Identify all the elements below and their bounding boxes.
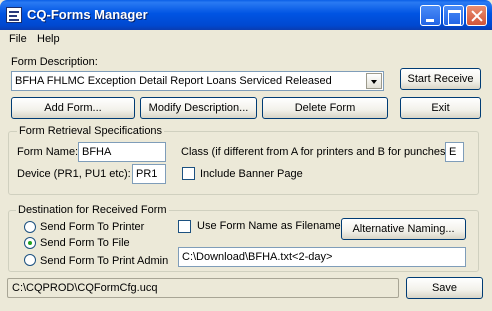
use-form-name-checkbox[interactable]: [178, 220, 191, 233]
menu-file[interactable]: File: [9, 33, 27, 45]
config-path-text: C:\CQPROD\CQFormCfg.ucq: [12, 282, 158, 294]
retrieval-group-title: Form Retrieval Specifications: [17, 125, 165, 137]
radio-send-to-printer[interactable]: [24, 221, 36, 233]
form-description-dropdown[interactable]: BFHA FHLMC Exception Detail Report Loans…: [11, 71, 384, 91]
exit-button[interactable]: Exit: [400, 97, 481, 119]
form-description-value: BFHA FHLMC Exception Detail Report Loans…: [15, 75, 332, 87]
use-form-name-label: Use Form Name as Filename: [197, 220, 341, 232]
chevron-down-icon[interactable]: [366, 73, 382, 89]
close-icon[interactable]: [466, 5, 487, 26]
config-path-display: C:\CQPROD\CQFormCfg.ucq: [7, 278, 399, 298]
minimize-icon[interactable]: [420, 5, 441, 26]
title-bar[interactable]: CQ-Forms Manager: [0, 0, 492, 30]
destination-group-title: Destination for Received Form: [16, 204, 169, 216]
delete-form-button[interactable]: Delete Form: [262, 97, 388, 119]
modify-description-button[interactable]: Modify Description...: [140, 97, 257, 119]
form-description-label: Form Description:: [11, 56, 98, 68]
retrieval-group: Form Retrieval Specifications: [8, 125, 479, 195]
radio-send-to-file[interactable]: [24, 237, 36, 249]
radio-send-to-print-admin[interactable]: [24, 254, 36, 266]
add-form-button[interactable]: Add Form...: [11, 97, 135, 119]
form-name-field[interactable]: BFHA: [78, 142, 166, 162]
send-to-file-label: Send Form To File: [40, 237, 130, 249]
device-label: Device (PR1, PU1 etc):: [17, 168, 131, 180]
window-title: CQ-Forms Manager: [27, 7, 148, 22]
save-button[interactable]: Save: [406, 277, 483, 299]
send-to-printer-label: Send Form To Printer: [40, 221, 145, 233]
alternative-naming-button[interactable]: Alternative Naming...: [341, 218, 466, 240]
include-banner-checkbox[interactable]: [182, 167, 195, 180]
form-name-label: Form Name:: [17, 146, 79, 158]
include-banner-label: Include Banner Page: [200, 168, 303, 180]
device-field[interactable]: PR1: [132, 164, 166, 184]
file-path-field[interactable]: C:\Download\BFHA.txt<2-day>: [178, 247, 466, 267]
app-icon[interactable]: [6, 7, 22, 23]
class-label: Class (if different from A for printers …: [181, 146, 453, 158]
menu-bar: File Help: [3, 30, 489, 48]
start-receive-button[interactable]: Start Receive: [400, 68, 481, 90]
class-field[interactable]: E: [445, 142, 464, 162]
maximize-icon[interactable]: [443, 5, 464, 26]
send-to-print-admin-label: Send Form To Print Admin: [40, 255, 169, 267]
menu-help[interactable]: Help: [37, 33, 60, 45]
